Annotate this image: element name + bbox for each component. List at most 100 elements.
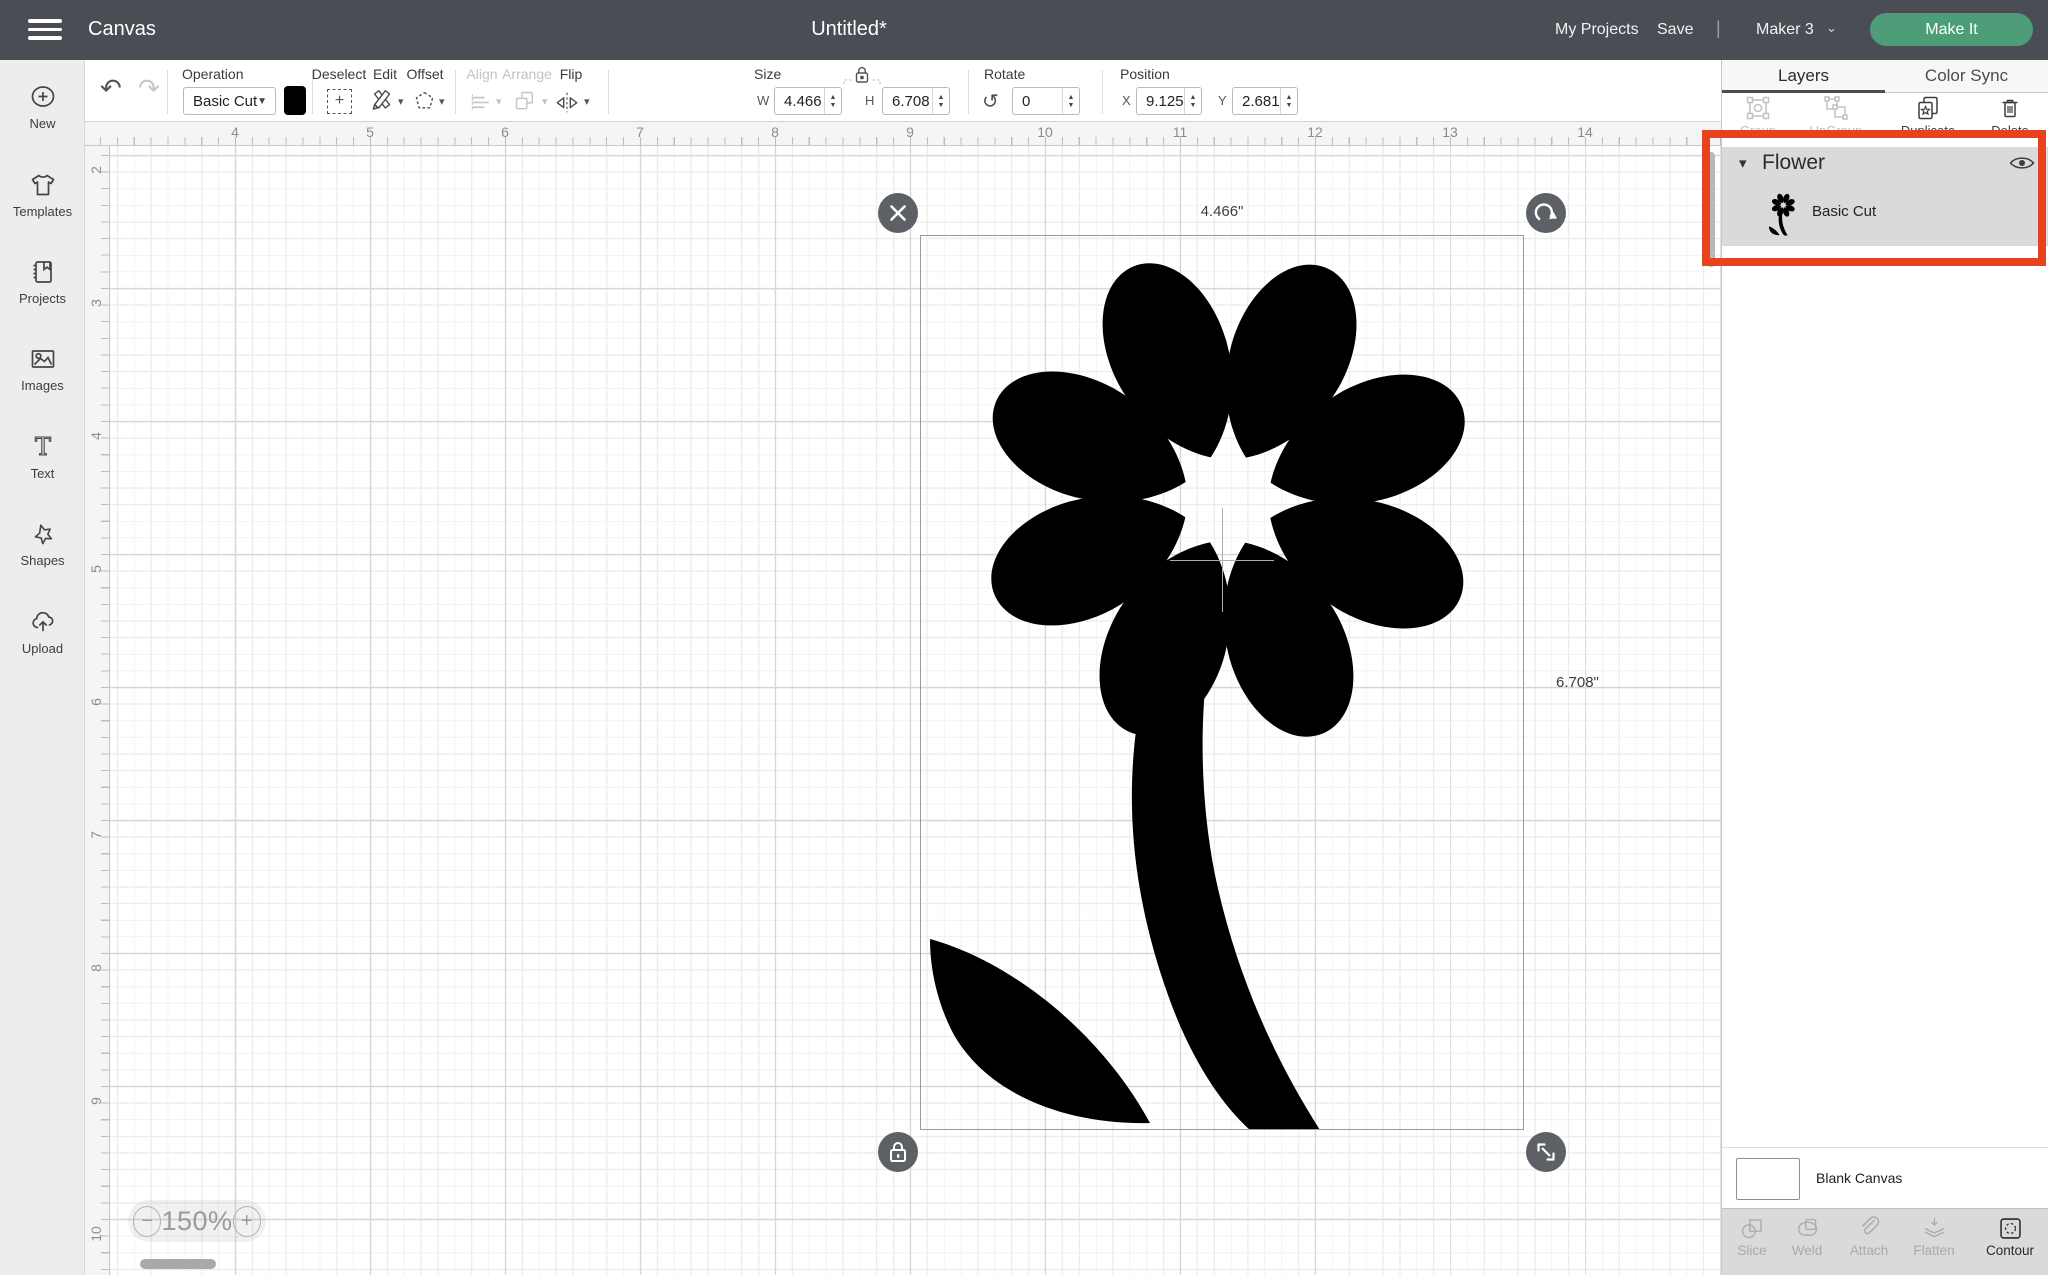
offset-icon[interactable] <box>411 88 438 115</box>
ungroup-icon <box>1822 94 1850 122</box>
selection-height-label: 6.708" <box>1556 674 1599 691</box>
rotate-icon[interactable]: ↺ <box>982 89 999 113</box>
x-stepper[interactable]: ▲▼ <box>1184 88 1201 114</box>
selection-bounding-box[interactable] <box>920 235 1524 1130</box>
text-icon: T <box>28 432 58 462</box>
width-axis-label: W <box>757 93 769 108</box>
visibility-eye-icon[interactable] <box>2009 155 2035 171</box>
rotate-label: Rotate <box>984 66 1025 82</box>
x-position-input[interactable]: 9.125 ▲▼ <box>1136 87 1202 115</box>
y-position-input[interactable]: 2.681 ▲▼ <box>1232 87 1298 115</box>
selection-close-handle[interactable] <box>878 193 918 233</box>
sidebar-item-upload[interactable]: Upload <box>0 607 85 656</box>
canvas-vertical-scrollbar[interactable] <box>1707 152 1715 267</box>
size-lock-icon[interactable] <box>842 64 882 86</box>
selection-rotate-handle[interactable] <box>1526 193 1566 233</box>
duplicate-button[interactable]: Duplicate <box>1896 94 1960 140</box>
sidebar-item-projects[interactable]: Projects <box>0 257 85 306</box>
slice-button[interactable]: Slice <box>1724 1215 1780 1260</box>
selection-lock-handle[interactable] <box>878 1132 918 1172</box>
ungroup-button[interactable]: UnGroup <box>1804 94 1868 140</box>
size-label: Size <box>754 66 781 82</box>
rotate-stepper[interactable]: ▲▼ <box>1062 88 1079 114</box>
star-shape-icon <box>28 519 58 549</box>
arrange-icon[interactable] <box>512 88 539 115</box>
document-title: Untitled* <box>811 18 887 41</box>
group-button[interactable]: Group <box>1726 94 1790 140</box>
align-caret-icon[interactable]: ▾ <box>496 95 502 108</box>
tshirt-icon <box>28 170 58 200</box>
arrange-label: Arrange <box>502 66 552 82</box>
sidebar-item-images[interactable]: Images <box>0 344 85 393</box>
resize-diagonal-icon <box>1526 1132 1566 1172</box>
attach-paperclip-icon <box>1856 1215 1883 1242</box>
y-axis-label: Y <box>1218 93 1227 108</box>
flatten-icon <box>1921 1215 1948 1242</box>
height-axis-label: H <box>865 93 874 108</box>
hamburger-menu-icon[interactable] <box>28 19 62 41</box>
save-link[interactable]: Save <box>1657 21 1693 39</box>
layer-tools-bar: Slice Weld Attach Flatten <box>1722 1208 2048 1275</box>
attach-button[interactable]: Attach <box>1841 1215 1897 1260</box>
header-divider: | <box>1716 18 1721 39</box>
edit-pencils-icon[interactable] <box>369 87 397 115</box>
zoom-control: − 150% + <box>128 1200 266 1242</box>
layer-group-name: Flower <box>1762 151 1825 175</box>
zoom-level: 150% <box>161 1206 232 1237</box>
operation-label: Operation <box>182 66 243 82</box>
flatten-button[interactable]: Flatten <box>1906 1215 1962 1260</box>
cricut-design-space: Canvas Untitled* My Projects Save | Make… <box>0 0 2048 1275</box>
blank-canvas-row[interactable]: Blank Canvas <box>1722 1148 2048 1208</box>
height-input[interactable]: 6.708 ▲▼ <box>882 87 950 115</box>
new-plus-icon <box>28 82 58 112</box>
layer-group-flower[interactable]: ▾ Flower Basic Cut <box>1722 147 2048 246</box>
flip-caret-icon[interactable]: ▾ <box>584 95 590 108</box>
width-stepper[interactable]: ▲▼ <box>824 88 841 114</box>
operation-select[interactable]: Basic Cut ▼ <box>183 87 276 115</box>
contour-icon <box>1997 1215 2024 1242</box>
slice-icon <box>1739 1215 1766 1242</box>
undo-icon[interactable]: ↶ <box>100 74 122 104</box>
contour-button[interactable]: Contour <box>1982 1215 2038 1260</box>
height-stepper[interactable]: ▲▼ <box>932 88 949 114</box>
flip-icon[interactable] <box>553 88 581 116</box>
make-it-button[interactable]: Make It <box>1870 13 2033 46</box>
align-icon[interactable] <box>468 89 494 115</box>
selection-width-label: 4.466" <box>1201 203 1244 220</box>
image-icon <box>28 344 58 374</box>
delete-button[interactable]: Delete <box>1978 94 2042 140</box>
edit-toolbar: ↶ ↷ Operation Basic Cut ▼ Deselect + Edi… <box>85 60 1721 122</box>
rotate-input[interactable]: 0 ▲▼ <box>1012 87 1080 115</box>
selection-resize-handle[interactable] <box>1526 1132 1566 1172</box>
my-projects-link[interactable]: My Projects <box>1555 21 1639 39</box>
weld-button[interactable]: Weld <box>1779 1215 1835 1260</box>
redo-icon[interactable]: ↷ <box>138 74 160 104</box>
color-swatch[interactable] <box>284 86 306 115</box>
arrange-caret-icon[interactable]: ▾ <box>542 95 548 108</box>
tab-layers[interactable]: Layers <box>1722 60 1885 93</box>
zoom-out-button[interactable]: − <box>133 1206 161 1237</box>
sidebar-item-new[interactable]: New <box>0 82 85 131</box>
layer-operation-name: Basic Cut <box>1812 203 1876 220</box>
sidebar-item-templates[interactable]: Templates <box>0 170 85 219</box>
close-icon <box>878 193 918 233</box>
sidebar-item-shapes[interactable]: Shapes <box>0 519 85 568</box>
weld-icon <box>1794 1215 1821 1242</box>
layer-row-basic-cut[interactable]: Basic Cut <box>1722 187 2048 243</box>
sidebar-item-text[interactable]: T Text <box>0 432 85 481</box>
y-stepper[interactable]: ▲▼ <box>1280 88 1297 114</box>
zoom-in-button[interactable]: + <box>233 1206 261 1237</box>
disclosure-triangle-icon[interactable]: ▾ <box>1739 154 1747 172</box>
offset-caret-icon[interactable]: ▾ <box>439 95 445 108</box>
deselect-label: Deselect <box>312 66 366 82</box>
tab-color-sync[interactable]: Color Sync <box>1885 60 2048 93</box>
sidebar: New Templates Projects Images T Text <box>0 60 85 1275</box>
deselect-icon[interactable]: + <box>327 89 352 114</box>
edit-caret-icon[interactable]: ▾ <box>398 95 404 108</box>
edit-label: Edit <box>373 66 397 82</box>
width-input[interactable]: 4.466 ▲▼ <box>774 87 842 115</box>
rotate-arrow-icon <box>1526 193 1566 233</box>
machine-select[interactable]: Maker 3 <box>1756 21 1814 39</box>
canvas-horizontal-scrollbar[interactable] <box>140 1259 216 1269</box>
trash-icon <box>1996 94 2024 122</box>
